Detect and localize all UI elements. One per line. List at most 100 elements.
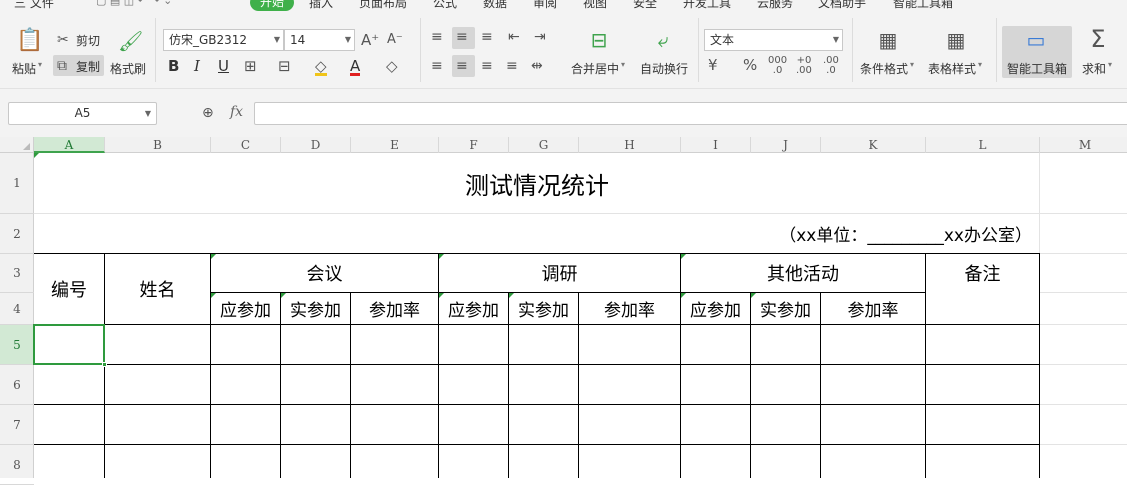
menu-smart-toolbox[interactable]: 智能工具箱 (893, 0, 953, 11)
menu-file[interactable]: 三 文件 (14, 0, 54, 11)
table-style-icon[interactable]: ▦ (944, 28, 968, 52)
menu-cloud[interactable]: 云服务 (757, 0, 793, 11)
italic-icon[interactable]: I (194, 59, 200, 74)
cut-button[interactable]: 剪切 (76, 32, 100, 49)
menu-insert[interactable]: 插入 (309, 0, 333, 11)
percent-icon[interactable]: % (743, 58, 757, 73)
align-right-icon[interactable]: ≡ (481, 59, 493, 73)
fill-icon[interactable]: ⊟ (278, 59, 291, 74)
row-header-7[interactable]: 7 (0, 405, 34, 445)
formula-input[interactable] (254, 102, 1127, 125)
format-painter-icon[interactable]: 🖌 (118, 30, 143, 52)
column-header-c[interactable]: C (211, 137, 281, 153)
indent-decrease-icon[interactable]: ⇤ (508, 30, 520, 44)
format-painter-button[interactable]: 格式刷 (110, 60, 146, 77)
row-header-5[interactable]: 5 (0, 325, 34, 365)
spreadsheet-grid[interactable]: 测试情况统计 （xx单位：_________xx办公室） 编号 姓名 会议 调研… (33, 153, 1127, 478)
merge-center-button[interactable]: 合并居中 (571, 60, 619, 77)
column-header-j[interactable]: J (751, 137, 821, 153)
column-header-f[interactable]: F (439, 137, 509, 153)
scissors-icon[interactable]: ✂ (57, 33, 69, 47)
conditional-format-button[interactable]: 条件格式 (860, 60, 908, 77)
menu-review[interactable]: 审阅 (533, 0, 557, 11)
decrease-font-icon[interactable]: A⁻ (387, 33, 403, 47)
menu-data[interactable]: 数据 (483, 0, 507, 11)
font-color-icon[interactable]: A (350, 59, 361, 76)
quick-access-icons[interactable]: ▢ ▤ ◫ ↶ ↷ ⌄ (96, 0, 172, 7)
fill-color-icon[interactable]: ◇ (315, 59, 327, 76)
menu-page-layout[interactable]: 页面布局 (359, 0, 407, 11)
font-size-select[interactable]: 14 ▼ (284, 29, 355, 51)
zoom-icon[interactable]: ⊕ (202, 106, 214, 120)
underline-icon[interactable]: U (218, 59, 229, 74)
sheet-title[interactable]: 测试情况统计 (34, 153, 1040, 213)
column-header-m[interactable]: M (1040, 137, 1127, 153)
number-format-select[interactable]: 文本 ▼ (704, 29, 843, 51)
sub-header-should-attend[interactable]: 应参加 (681, 293, 750, 324)
smart-toolbox-button[interactable]: 智能工具箱 (1007, 60, 1067, 77)
header-research[interactable]: 调研 (439, 254, 680, 292)
menu-doc-assistant[interactable]: 文档助手 (818, 0, 866, 11)
header-meeting[interactable]: 会议 (211, 254, 438, 292)
copy-button[interactable]: 复制 (76, 58, 100, 75)
header-name[interactable]: 姓名 (105, 254, 210, 324)
smart-toolbox-icon[interactable]: ▭ (1024, 28, 1048, 52)
sum-dropdown-icon[interactable]: ▾ (1108, 60, 1112, 69)
column-header-b[interactable]: B (105, 137, 211, 153)
menu-formula[interactable]: 公式 (433, 0, 457, 11)
increase-font-icon[interactable]: A⁺ (361, 33, 379, 48)
align-middle-icon[interactable]: ≡ (456, 30, 468, 44)
fill-handle[interactable] (102, 362, 107, 367)
row-header-1[interactable]: 1 (0, 153, 34, 214)
sub-header-attendance-rate[interactable]: 参加率 (351, 293, 438, 324)
sum-icon[interactable]: Σ (1086, 26, 1110, 52)
select-all-corner[interactable] (0, 137, 34, 153)
thousands-icon[interactable]: 000.0 (768, 56, 787, 76)
column-header-l[interactable]: L (926, 137, 1040, 153)
active-cell-a5[interactable] (33, 324, 105, 365)
row-header-3[interactable]: 3 (0, 254, 34, 293)
table-style-button[interactable]: 表格样式 (928, 60, 976, 77)
wrap-text-icon[interactable]: ⤶ (651, 28, 675, 52)
column-header-h[interactable]: H (579, 137, 681, 153)
sub-header-actual-attend[interactable]: 实参加 (751, 293, 820, 324)
sum-button[interactable]: 求和 (1082, 60, 1106, 77)
align-bottom-icon[interactable]: ≡ (481, 30, 493, 44)
distributed-icon[interactable]: ⇹ (531, 59, 543, 73)
column-header-d[interactable]: D (281, 137, 351, 153)
sub-header-actual-attend[interactable]: 实参加 (281, 293, 350, 324)
fx-icon[interactable]: fx (230, 104, 243, 120)
align-center-icon[interactable]: ≡ (456, 59, 468, 73)
menu-view[interactable]: 视图 (583, 0, 607, 11)
cond-format-dropdown-icon[interactable]: ▾ (910, 60, 914, 69)
menu-developer[interactable]: 开发工具 (683, 0, 731, 11)
header-other-activities[interactable]: 其他活动 (681, 254, 925, 292)
indent-increase-icon[interactable]: ⇥ (534, 30, 546, 44)
sub-header-actual-attend[interactable]: 实参加 (509, 293, 578, 324)
paste-icon[interactable]: 📋 (16, 30, 43, 52)
column-header-a[interactable]: A (34, 137, 105, 153)
decrease-decimal-icon[interactable]: .00.0 (823, 56, 839, 76)
row-header-6[interactable]: 6 (0, 365, 34, 405)
merge-dropdown-icon[interactable]: ▾ (621, 60, 625, 69)
name-box[interactable]: A5 ▼ (8, 102, 157, 125)
menu-home[interactable]: 开始 (250, 0, 295, 11)
currency-icon[interactable]: ¥ (708, 58, 718, 73)
increase-decimal-icon[interactable]: +0.00 (796, 56, 812, 76)
sub-header-attendance-rate[interactable]: 参加率 (821, 293, 925, 324)
row-header-4[interactable]: 4 (0, 293, 34, 325)
unit-line[interactable]: （xx单位：_________xx办公室） (734, 214, 1032, 253)
table-style-dropdown-icon[interactable]: ▾ (978, 60, 982, 69)
sub-header-attendance-rate[interactable]: 参加率 (579, 293, 680, 324)
column-header-g[interactable]: G (509, 137, 579, 153)
header-number[interactable]: 编号 (34, 254, 104, 324)
column-header-i[interactable]: I (681, 137, 751, 153)
eraser-icon[interactable]: ◇ (386, 59, 398, 74)
merge-center-icon[interactable]: ⊟ (587, 28, 611, 52)
justify-icon[interactable]: ≡ (506, 59, 518, 73)
menu-security[interactable]: 安全 (633, 0, 657, 11)
bold-icon[interactable]: B (168, 59, 179, 74)
column-header-k[interactable]: K (821, 137, 926, 153)
align-left-icon[interactable]: ≡ (431, 59, 443, 73)
paste-dropdown-icon[interactable]: ▾ (38, 60, 42, 69)
